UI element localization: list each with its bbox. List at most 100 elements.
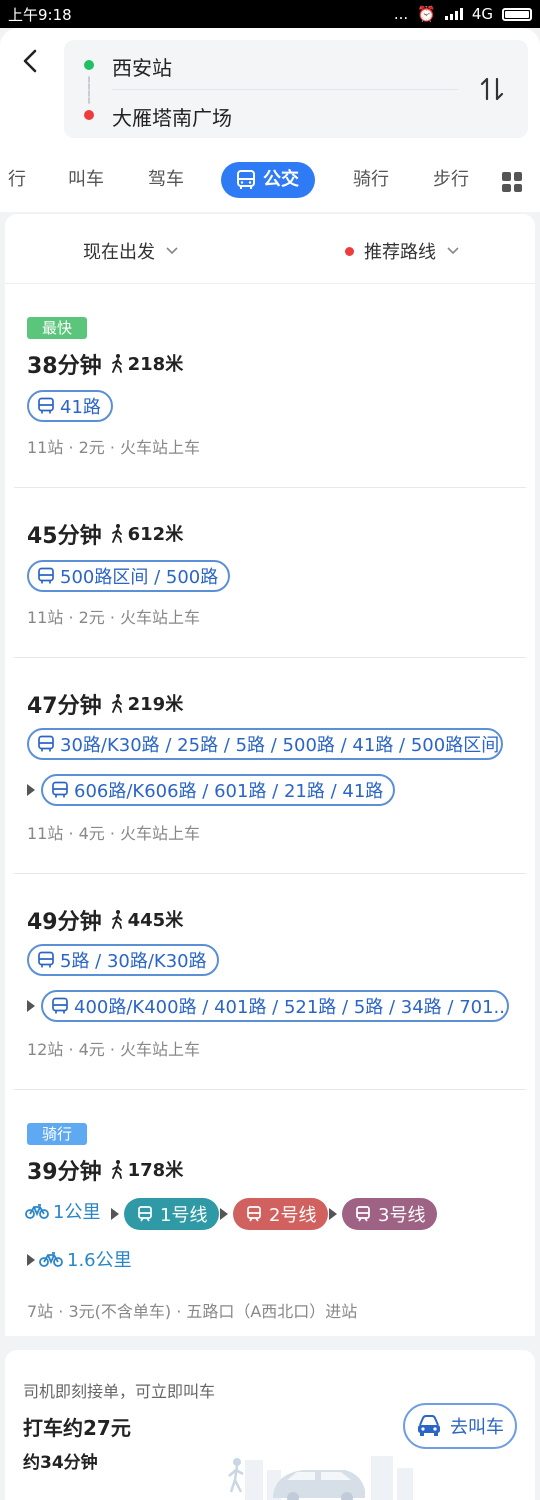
transfer-arrow-icon (27, 1000, 35, 1012)
walking-icon (111, 1160, 122, 1179)
route-card[interactable]: 45分钟 612米 500路区间 / 500路 11站 · 2元 · 火车站上车 (5, 488, 535, 658)
destination-dot-icon (84, 110, 94, 120)
route-card[interactable]: 49分钟 445米 5路 / 30路/K30路 400路/K400路 / 401… (5, 874, 535, 1090)
bus-line-label: 5路 / 30路/K30路 (60, 951, 207, 972)
tab-transit-label: 公交 (263, 169, 299, 190)
bus-line-pill: 606路/K606路 / 601路 / 21路 / 41路 (41, 774, 396, 806)
divider (112, 89, 458, 90)
tab-walk[interactable]: 步行 (433, 164, 469, 196)
route-duration: 47分钟 (27, 694, 102, 719)
destination-field[interactable]: 大雁塔南广场 (112, 102, 232, 131)
tab-bike[interactable]: 骑行 (353, 164, 389, 196)
origin-field[interactable]: 西安站 (112, 52, 172, 81)
filter-bar: 现在出发 推荐路线 (5, 214, 535, 284)
walking-icon (111, 354, 122, 373)
metro-line-label: 2号线 (269, 1205, 317, 1226)
chevron-down-icon (447, 247, 459, 255)
walk-distance-value: 218米 (127, 354, 184, 375)
route-meta: 11站 · 2元 · 火车站上车 (27, 438, 201, 457)
signal-icon (444, 8, 463, 20)
metro-line-badge: 3号线 (342, 1198, 438, 1230)
route-summary: 47分钟 219米 (27, 688, 183, 720)
route-connector (88, 76, 90, 104)
bus-icon (52, 997, 68, 1014)
call-taxi-label: 去叫车 (450, 1417, 504, 1438)
bus-line-label: 30路/K30路 / 25路 / 5路 / 500路 / 41路 / 500路区… (60, 735, 500, 756)
depart-time-label: 现在出发 (83, 242, 155, 263)
walking-icon (111, 910, 122, 929)
more-modes-icon[interactable] (502, 172, 522, 192)
transfer-arrow-icon (329, 1208, 337, 1220)
route-summary: 39分钟 178米 (27, 1154, 183, 1186)
route-card[interactable]: 最快 38分钟 218米 41路 11站 · 2元 · 火车站上车 (5, 284, 535, 488)
bicycle-icon (39, 1252, 63, 1267)
walk-distance: 219米 (110, 690, 184, 716)
walk-distance: 218米 (110, 350, 184, 376)
bike-segment: 1.6公里 (39, 1246, 132, 1272)
status-icons: ... ⏰ 4G (394, 5, 532, 23)
route-summary: 38分钟 218米 (27, 348, 183, 380)
metro-icon (138, 1206, 152, 1222)
walk-distance-value: 445米 (127, 910, 184, 931)
transport-tabs: 行 叫车 驾车 公交 骑行 步行 (0, 154, 540, 204)
metro-icon (356, 1206, 370, 1222)
metro-line-badge: 1号线 (124, 1198, 220, 1230)
bus-line-pill: 41路 (27, 390, 113, 422)
transfer-arrow-icon (111, 1208, 119, 1220)
tab-partial[interactable]: 行 (8, 164, 26, 196)
route-duration: 45分钟 (27, 524, 102, 549)
bus-line-pill: 30路/K30路 / 25路 / 5路 / 500路 / 41路 / 500路区… (27, 728, 503, 760)
route-meta: 11站 · 2元 · 火车站上车 (27, 608, 201, 627)
route-meta: 7站 · 3元(不含单车) · 五路口（A西北口）进站 (27, 1302, 358, 1321)
tab-taxi[interactable]: 叫车 (68, 164, 104, 196)
walk-distance-value: 219米 (127, 694, 184, 715)
city-car-illustration (228, 1456, 413, 1500)
transfer-arrow-icon (220, 1208, 228, 1220)
fastest-tag: 最快 (27, 317, 88, 339)
battery-icon (502, 7, 532, 21)
bus-icon (38, 951, 54, 968)
alarm-icon: ⏰ (417, 5, 436, 23)
metro-line-badge: 2号线 (233, 1198, 329, 1230)
metro-icon (247, 1206, 261, 1222)
bus-icon (38, 567, 54, 584)
metro-line-label: 1号线 (160, 1205, 208, 1226)
tab-transit[interactable]: 公交 (221, 162, 315, 198)
bus-line-label: 400路/K400路 / 401路 / 521路 / 5路 / 34路 / 70… (74, 997, 509, 1018)
car-icon (418, 1415, 440, 1436)
walking-icon (111, 694, 122, 713)
taxi-price: 打车约27元 (23, 1416, 131, 1440)
back-arrow-icon[interactable] (16, 46, 46, 76)
route-pref-label: 推荐路线 (364, 242, 436, 263)
red-dot-icon (345, 246, 354, 256)
walking-icon (111, 524, 122, 543)
network-label: 4G (471, 5, 493, 23)
bus-line-pill: 500路区间 / 500路 (27, 560, 231, 592)
origin-dot-icon (84, 60, 94, 70)
route-input-box: 西安站 大雁塔南广场 (64, 40, 528, 138)
walk-distance: 178米 (110, 1156, 183, 1182)
transfer-arrow-icon (27, 784, 35, 796)
route-duration: 38分钟 (27, 354, 102, 379)
walk-distance-value: 612米 (127, 524, 184, 545)
route-summary: 45分钟 612米 (27, 518, 183, 550)
depart-time-filter[interactable]: 现在出发 (83, 238, 179, 264)
route-meta: 12站 · 4元 · 火车站上车 (27, 1040, 201, 1059)
route-card[interactable]: 骑行 39分钟 178米 1公里 1号线 2号线 3号线 1.6公里 7站 · … (5, 1090, 535, 1336)
route-header: 西安站 大雁塔南广场 行 叫车 驾车 公交 骑行 步行 (0, 28, 540, 212)
chevron-down-icon (166, 247, 178, 255)
route-summary: 49分钟 445米 (27, 904, 183, 936)
bus-line-label: 606路/K606路 / 601路 / 21路 / 41路 (74, 781, 384, 802)
status-bar: 上午9:18 ... ⏰ 4G (0, 0, 540, 28)
bike-distance: 1公里 (53, 1202, 101, 1223)
route-list: 现在出发 推荐路线 最快 38分钟 218米 41路 11站 · 2元 · 火车… (5, 214, 535, 1336)
walk-distance: 445米 (110, 906, 184, 932)
route-card[interactable]: 47分钟 219米 30路/K30路 / 25路 / 5路 / 500路 / 4… (5, 658, 535, 874)
call-taxi-button[interactable]: 去叫车 (403, 1403, 517, 1449)
taxi-card[interactable]: 司机即刻接单，可立即叫车 打车约27元 约34分钟 去叫车 (5, 1350, 535, 1500)
swap-icon[interactable] (480, 76, 504, 102)
bus-icon (237, 170, 255, 189)
route-pref-filter[interactable]: 推荐路线 (345, 238, 460, 264)
route-meta: 11站 · 4元 · 火车站上车 (27, 824, 201, 843)
tab-drive[interactable]: 驾车 (148, 164, 184, 196)
